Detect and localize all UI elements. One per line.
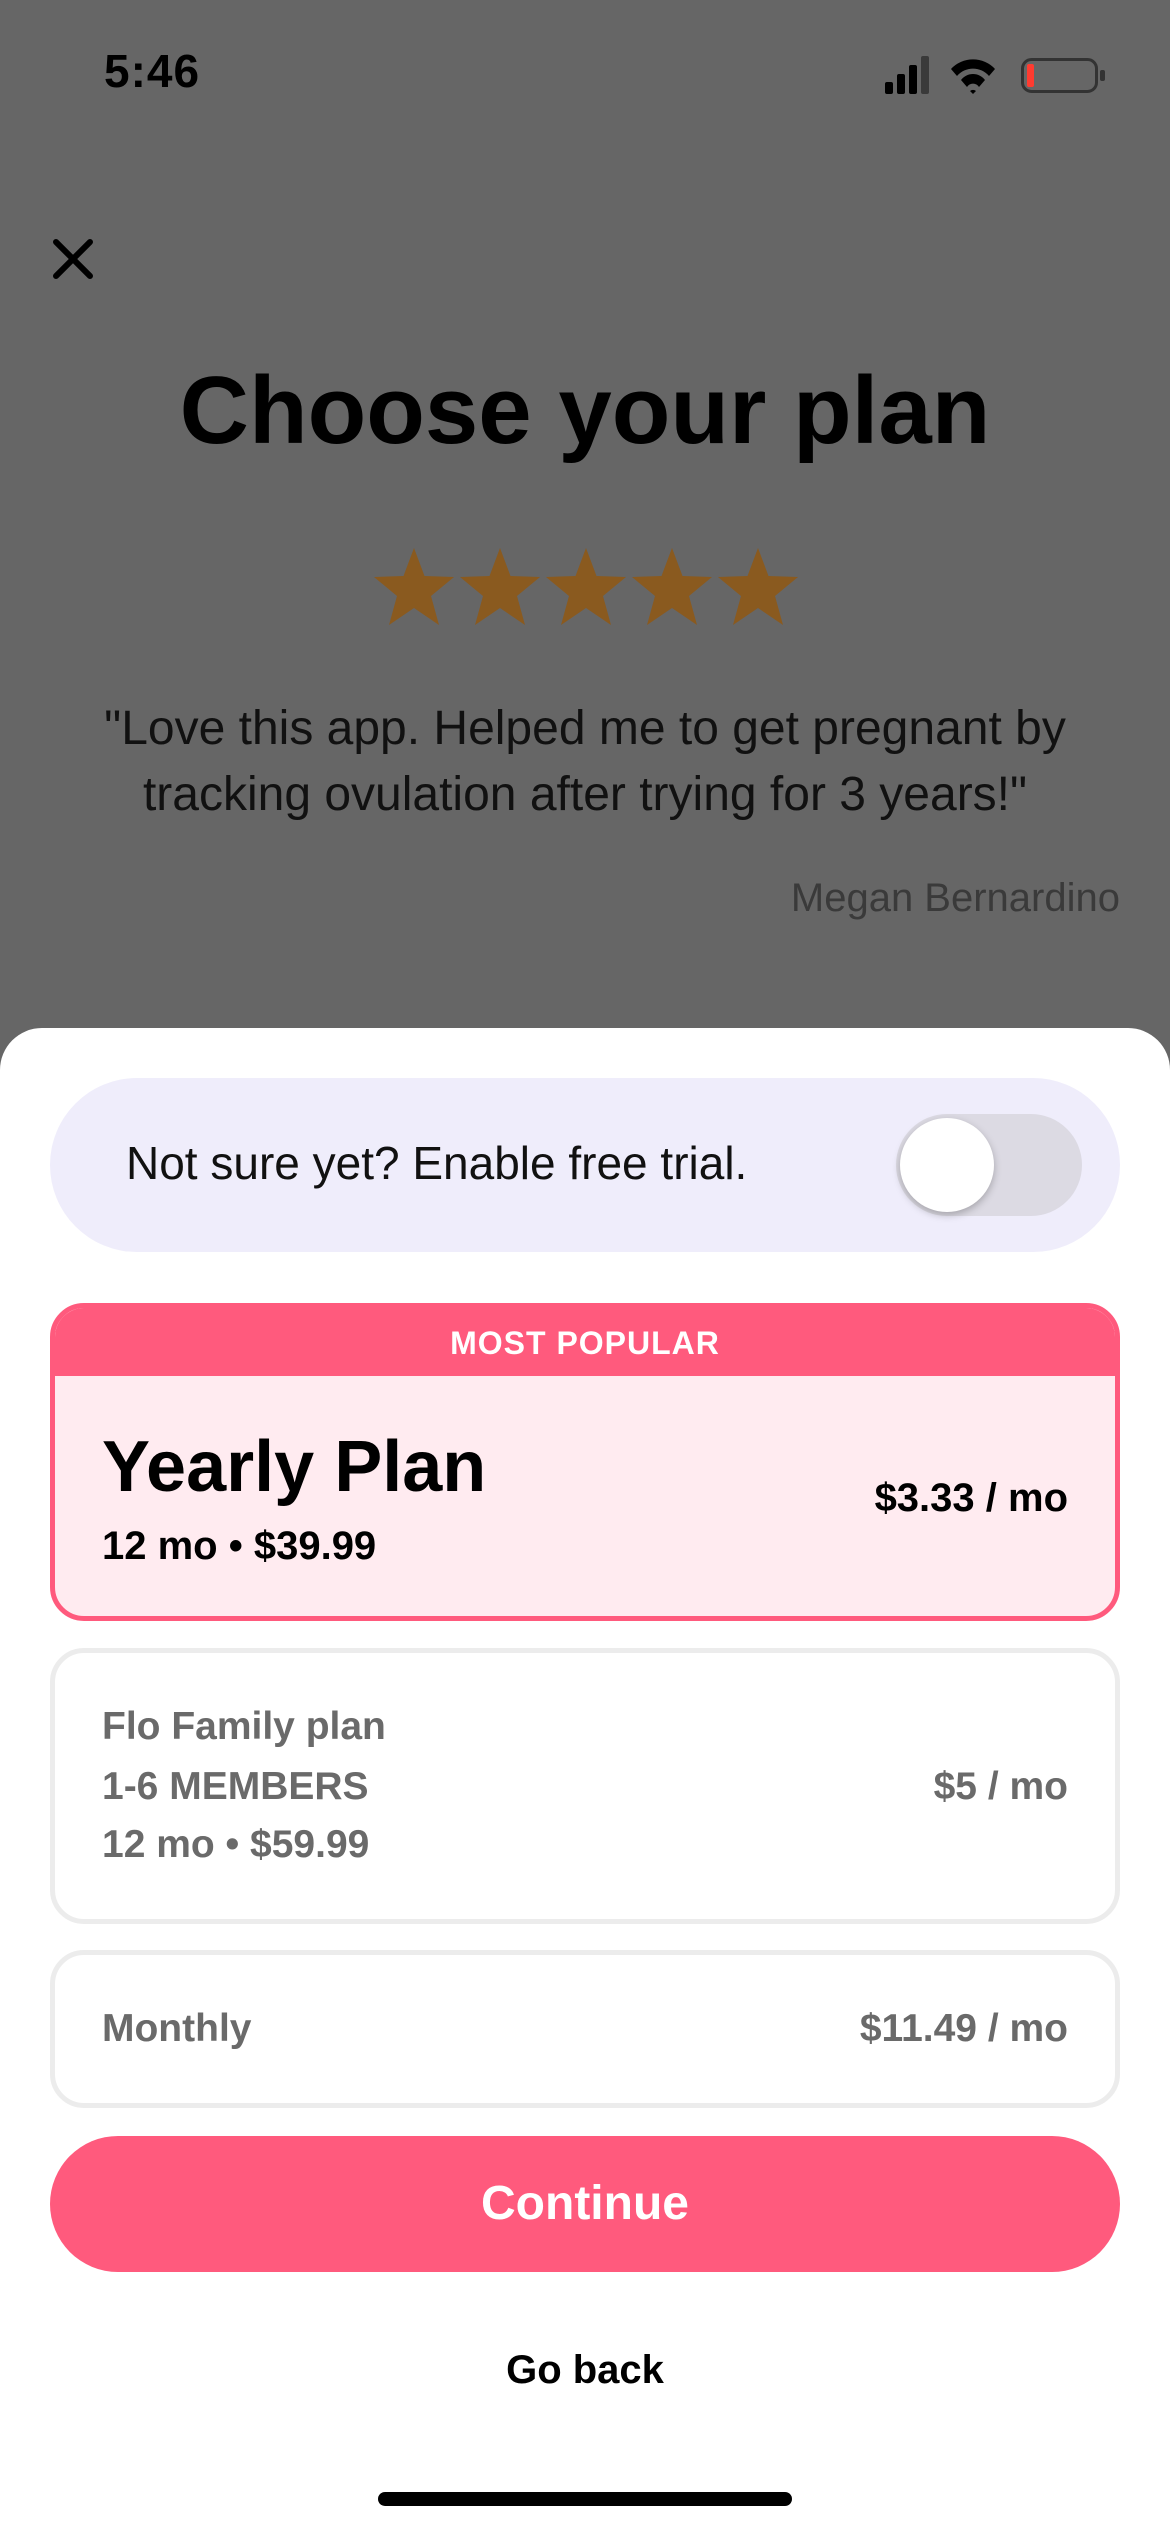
plan-sheet: Not sure yet? Enable free trial. MOST PO…: [0, 1028, 1170, 2532]
plan-family-name: Flo Family plan: [102, 1705, 386, 1748]
status-icons: [885, 56, 1105, 94]
free-trial-row[interactable]: Not sure yet? Enable free trial.: [50, 1078, 1120, 1252]
plan-yearly-subtitle: 12 mo • $39.99: [102, 1524, 377, 1568]
free-trial-toggle[interactable]: [896, 1114, 1082, 1216]
toggle-knob: [900, 1118, 994, 1212]
home-indicator: [378, 2492, 792, 2506]
testimonial-author: Megan Bernardino: [790, 876, 1120, 920]
plan-monthly-name: Monthly: [102, 2007, 252, 2050]
plan-monthly[interactable]: Monthly $11.49 / mo: [50, 1950, 1120, 2108]
star-icon: [718, 548, 798, 625]
plan-family-price: $5 / mo: [933, 1765, 1068, 1808]
status-bar: 5:46: [0, 0, 1170, 140]
page-title: Choose your plan: [179, 357, 991, 464]
status-time: 5:46: [104, 45, 201, 97]
continue-button[interactable]: Continue: [50, 2136, 1120, 2272]
plan-family-members: 1-6 MEMBERS: [102, 1765, 369, 1808]
battery-icon: [1021, 58, 1105, 93]
cellular-signal-icon: [885, 56, 929, 94]
plan-yearly-price: $3.33 / mo: [874, 1476, 1068, 1520]
rating-stars: [374, 548, 798, 625]
star-icon: [460, 548, 540, 625]
plan-monthly-price: $11.49 / mo: [859, 2007, 1068, 2050]
most-popular-badge: MOST POPULAR: [55, 1308, 1115, 1376]
plan-yearly[interactable]: MOST POPULAR Yearly Plan 12 mo • $39.99 …: [50, 1303, 1120, 1621]
plan-yearly-name: Yearly Plan: [102, 1427, 487, 1507]
go-back-button[interactable]: Go back: [0, 2348, 1170, 2393]
star-icon: [374, 548, 454, 625]
close-icon[interactable]: [48, 234, 98, 284]
star-icon: [632, 548, 712, 625]
free-trial-label: Not sure yet? Enable free trial.: [126, 1137, 748, 1189]
plan-family[interactable]: Flo Family plan 1-6 MEMBERS 12 mo • $59.…: [50, 1648, 1120, 1924]
testimonial-quote: "Love this app. Helped me to get pregnan…: [104, 702, 1066, 821]
wifi-icon: [951, 59, 995, 94]
plan-family-subtitle: 12 mo • $59.99: [102, 1823, 370, 1866]
star-icon: [546, 548, 626, 625]
